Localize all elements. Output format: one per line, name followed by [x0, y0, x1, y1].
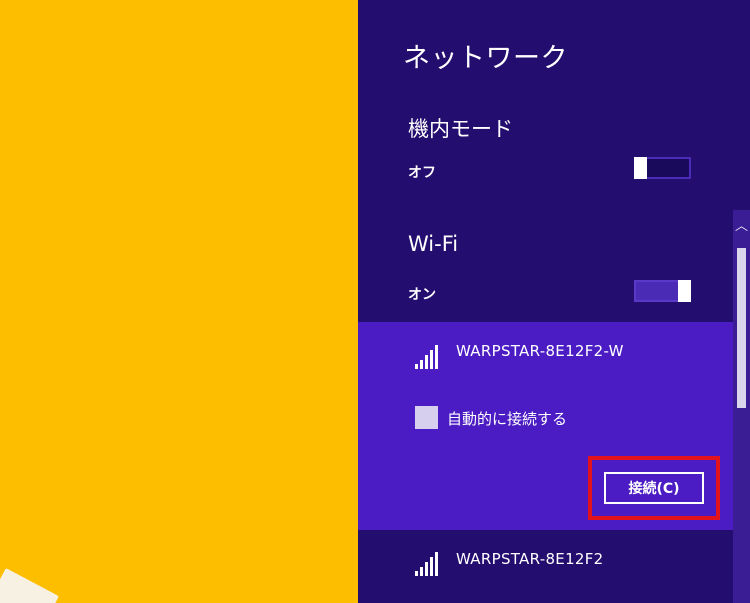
airplane-mode-label: 機内モード: [408, 117, 513, 141]
wifi-signal-icon: [415, 345, 441, 369]
panel-title: ネットワーク: [403, 43, 568, 74]
chevron-up-icon[interactable]: ︿: [733, 210, 750, 244]
network-item-selected[interactable]: WARPSTAR-8E12F2-W 自動的に接続する 接続(C): [358, 322, 733, 530]
airplane-mode-state: オフ: [408, 165, 436, 181]
auto-connect-label: 自動的に接続する: [447, 410, 568, 428]
connect-button[interactable]: 接続(C): [604, 472, 704, 504]
desktop-paper-corner: [0, 568, 59, 603]
network-name: WARPSTAR-8E12F2-W: [456, 342, 624, 360]
wifi-label: Wi-Fi: [408, 232, 459, 256]
network-charm-panel: ネットワーク 機内モード オフ Wi-Fi オン WARPSTAR-8E12F2…: [358, 0, 750, 603]
scroll-thumb[interactable]: [737, 248, 746, 408]
auto-connect-option[interactable]: 自動的に接続する: [415, 405, 655, 433]
auto-connect-checkbox[interactable]: [415, 406, 438, 429]
scrollbar[interactable]: ︿: [733, 210, 750, 603]
connect-highlight-frame: 接続(C): [588, 456, 720, 520]
network-name: WARPSTAR-8E12F2: [456, 550, 604, 568]
desktop-background: [0, 0, 358, 603]
wifi-signal-icon: [415, 552, 441, 576]
airplane-mode-toggle[interactable]: [634, 157, 691, 179]
wifi-toggle[interactable]: [634, 280, 691, 302]
wifi-state: オン: [408, 287, 436, 303]
toggle-knob: [678, 280, 691, 302]
network-row[interactable]: WARPSTAR-8E12F2-W: [358, 332, 733, 382]
toggle-knob: [634, 157, 647, 179]
network-item[interactable]: WARPSTAR-8E12F2: [358, 533, 733, 583]
